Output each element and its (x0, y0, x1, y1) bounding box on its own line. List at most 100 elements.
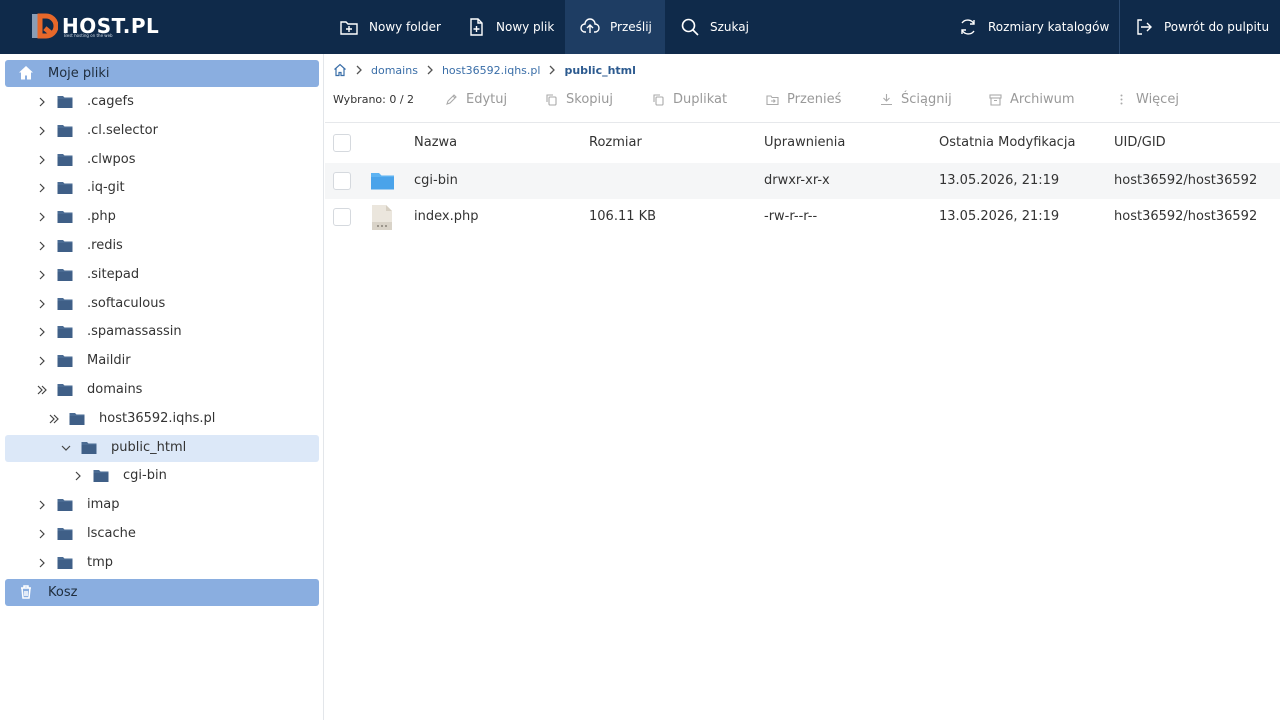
breadcrumb: domains host36592.iqhs.pl public_html (333, 62, 636, 78)
tree-item-label: public_html (111, 439, 187, 455)
row-owner: host36592/host36592 (1114, 173, 1258, 188)
move-button[interactable]: Przenieś (766, 92, 841, 107)
chevron-icon[interactable] (36, 499, 48, 511)
table-row[interactable]: index.php 106.11 KB -rw-r--r-- 13.05.202… (325, 199, 1280, 235)
folder-icon (57, 153, 73, 166)
column-modified[interactable]: Ostatnia Modyfikacja (939, 135, 1075, 150)
row-checkbox[interactable] (333, 208, 351, 226)
search-button[interactable]: Szukaj (680, 0, 749, 54)
trash-icon (21, 585, 31, 599)
chevron-icon[interactable] (36, 326, 48, 338)
tree-item[interactable]: cgi-bin (5, 463, 319, 490)
tree-item-label: .sitepad (87, 266, 140, 282)
logo-tagline: Best hosting on the web (64, 33, 113, 38)
tree-item[interactable]: domains (5, 377, 319, 404)
chevron-icon[interactable] (48, 413, 60, 425)
tree-item[interactable]: .softaculous (5, 291, 319, 318)
column-name[interactable]: Nazwa (414, 135, 457, 150)
chevron-icon[interactable] (36, 96, 48, 108)
sidebar-home[interactable]: Moje pliki (5, 60, 319, 87)
sidebar-trash[interactable]: Kosz (5, 579, 319, 606)
chevron-icon[interactable] (36, 528, 48, 540)
column-uid-gid[interactable]: UID/GID (1114, 135, 1166, 150)
row-modified: 13.05.2026, 21:19 (939, 209, 1060, 224)
more-button[interactable]: Więcej (1115, 92, 1179, 107)
row-name[interactable]: index.php (414, 209, 478, 224)
chevron-icon[interactable] (36, 240, 48, 252)
chevron-icon[interactable] (36, 298, 48, 310)
tree-item[interactable]: .sitepad (5, 262, 319, 289)
tree-item[interactable]: imap (5, 492, 319, 519)
new-folder-icon (340, 21, 358, 35)
chevron-icon[interactable] (36, 154, 48, 166)
chevron-right-icon (427, 65, 433, 75)
duplicate-button[interactable]: Duplikat (652, 92, 727, 107)
directory-sizes-button[interactable]: Rozmiary katalogów (958, 0, 1109, 54)
tree-item[interactable]: lscache (5, 521, 319, 548)
row-name[interactable]: cgi-bin (414, 173, 458, 188)
tree-item[interactable]: .spamassassin (5, 319, 319, 346)
tree-item[interactable]: host36592.iqhs.pl (5, 406, 319, 433)
row-owner: host36592/host36592 (1114, 209, 1258, 224)
edit-button[interactable]: Edytuj (445, 92, 507, 107)
breadcrumb-host[interactable]: host36592.iqhs.pl (442, 64, 541, 77)
new-file-icon (470, 18, 483, 36)
folder-icon (57, 268, 73, 281)
tree-item[interactable]: .php (5, 204, 319, 231)
sidebar-trash-label: Kosz (48, 585, 78, 600)
sidebar-home-label: Moje pliki (48, 66, 110, 81)
column-size[interactable]: Rozmiar (589, 135, 642, 150)
folder-icon (57, 384, 73, 396)
tree-item[interactable]: Maildir (5, 348, 319, 375)
tree-item-label: Maildir (87, 353, 131, 369)
download-button[interactable]: Ściągnij (880, 92, 952, 107)
chevron-icon[interactable] (60, 442, 72, 454)
tree-item[interactable]: public_html (5, 434, 319, 462)
copy-button[interactable]: Skopiuj (545, 92, 613, 107)
upload-button[interactable]: Prześlij (565, 0, 665, 54)
chevron-icon[interactable] (36, 355, 48, 367)
tree-item[interactable]: .cagefs (5, 89, 319, 116)
chevron-icon[interactable] (36, 125, 48, 137)
chevron-icon[interactable] (36, 211, 48, 223)
new-folder-button[interactable]: Nowy folder (339, 0, 441, 54)
back-to-dashboard-label: Powrót do pulpitu (1164, 20, 1270, 34)
tree-item[interactable]: .cl.selector (5, 118, 319, 145)
tree-item[interactable]: .iq-git (5, 175, 319, 202)
tree-item[interactable]: .redis (5, 233, 319, 260)
back-to-dashboard-button[interactable]: Powrót do pulpitu (1134, 0, 1269, 54)
home-icon[interactable] (333, 63, 347, 77)
move-icon (766, 95, 779, 106)
tree-item[interactable]: tmp (5, 550, 319, 577)
folder-icon (57, 528, 73, 540)
chevron-right-icon (549, 65, 556, 75)
more-label: Więcej (1136, 92, 1179, 107)
chevron-icon[interactable] (72, 470, 84, 482)
tree-item-label: tmp (87, 554, 114, 570)
table-header: Nazwa Rozmiar Uprawnienia Ostatnia Modyf… (325, 123, 1280, 163)
folder-icon (69, 412, 85, 425)
row-size: 106.11 KB (589, 209, 657, 224)
new-file-button[interactable]: Nowy plik (466, 0, 554, 54)
chevron-icon[interactable] (36, 557, 48, 569)
folder-icon (57, 297, 73, 310)
selection-count: Wybrano: 0 / 2 (333, 93, 415, 106)
breadcrumb-domains[interactable]: domains (371, 64, 418, 77)
host-pl-logo[interactable]: HOST.PL Best hosting on the web (30, 11, 159, 41)
archive-button[interactable]: Archiwum (989, 92, 1075, 107)
tree-item[interactable]: .clwpos (5, 147, 319, 174)
column-permissions[interactable]: Uprawnienia (764, 135, 845, 150)
row-permissions: -rw-r--r-- (764, 209, 818, 224)
download-label: Ściągnij (901, 92, 952, 107)
folder-icon (57, 240, 73, 252)
chevron-icon[interactable] (36, 269, 48, 281)
row-checkbox[interactable] (333, 172, 351, 190)
breadcrumb-current[interactable]: public_html (564, 64, 635, 77)
refresh-icon (961, 19, 975, 35)
sidebar: Moje pliki .cagefs .cl.selector .clwpos .iq… (0, 54, 324, 720)
chevron-icon[interactable] (36, 384, 48, 396)
chevron-icon[interactable] (36, 182, 48, 194)
chevron-right-icon (356, 65, 362, 75)
table-row[interactable]: cgi-bin drwxr-xr-x 13.05.2026, 21:19 hos… (325, 163, 1280, 199)
select-all-checkbox[interactable] (333, 134, 351, 152)
